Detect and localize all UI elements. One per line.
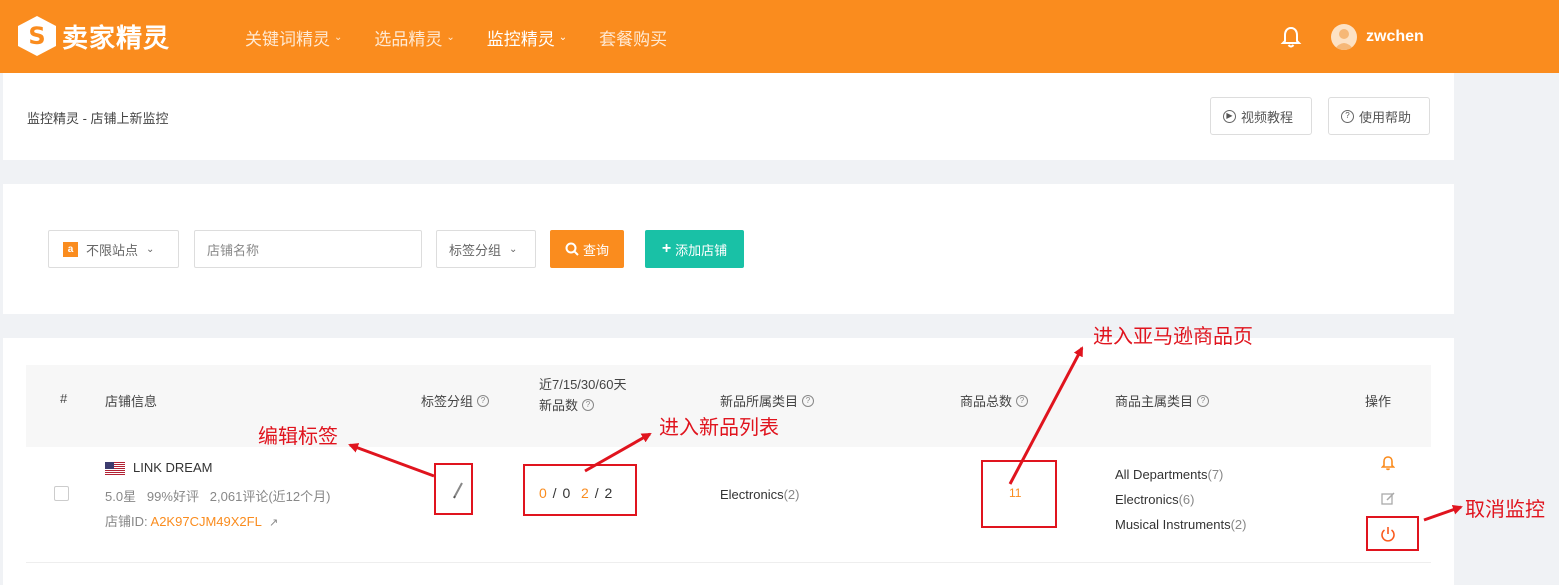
- annotation-arrows: [348, 346, 1463, 522]
